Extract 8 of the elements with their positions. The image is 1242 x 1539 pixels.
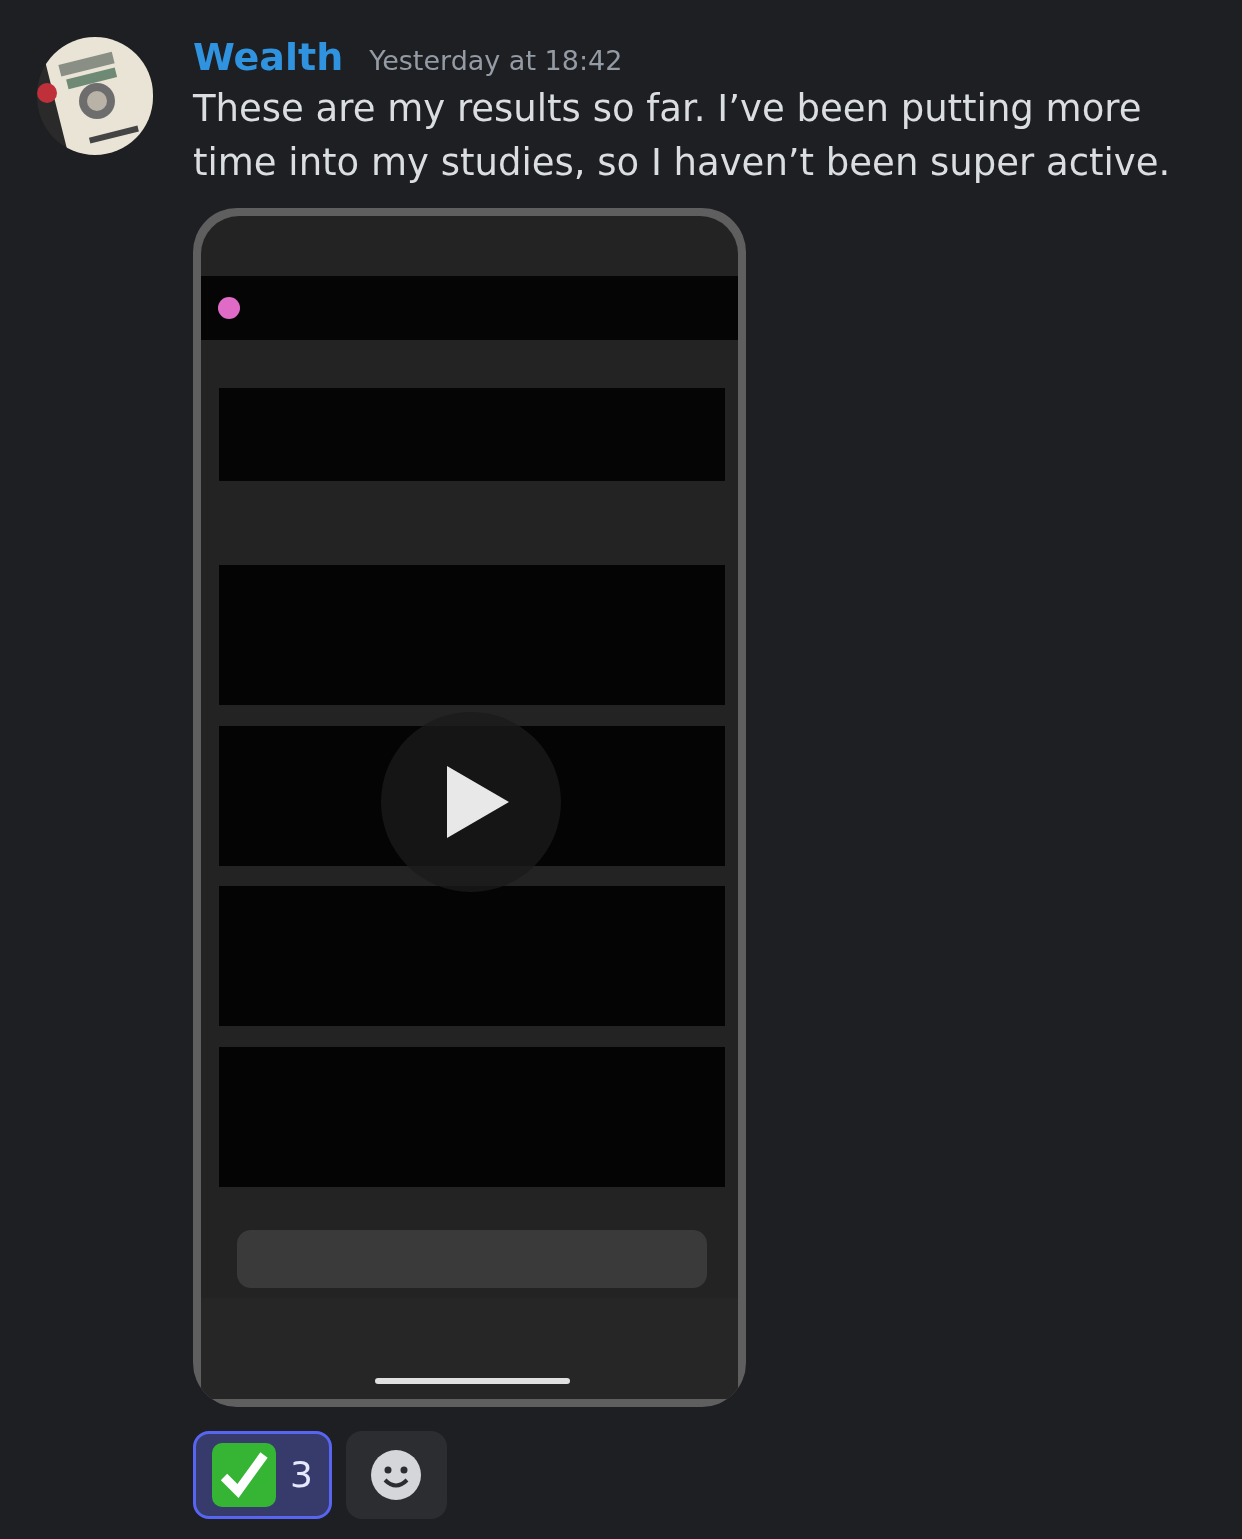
timestamp: Yesterday at 18:42 (369, 44, 623, 78)
check-mark-icon (212, 1443, 276, 1507)
smiley-icon (370, 1449, 423, 1501)
author-name[interactable]: Wealth (193, 29, 344, 86)
reaction-button[interactable]: 3 (193, 1431, 332, 1519)
add-reaction-button[interactable] (345, 1431, 447, 1519)
message-text: These are my results so far. I’ve been putting more time into my studies, so I haven’t been super active. (193, 86, 1172, 186)
play-icon (447, 766, 509, 838)
